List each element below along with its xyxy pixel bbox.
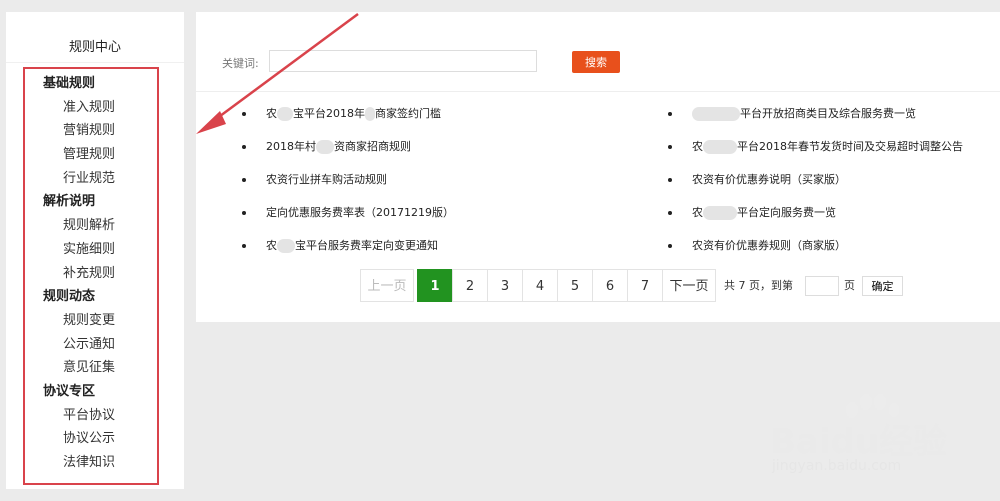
page-button-5[interactable]: 5 (557, 269, 593, 302)
rule-link-text: 农资有价优惠券规则（商家版） (692, 239, 846, 252)
page-button-6[interactable]: 6 (592, 269, 628, 302)
keyword-input[interactable] (269, 50, 537, 72)
redacted-blur (703, 206, 737, 220)
menu-item-access-rules[interactable]: 准入规则 (25, 96, 157, 120)
rule-link-text: 平台定向服务费一览 (737, 206, 836, 219)
rule-link-text: 农资行业拼车购活动规则 (266, 173, 387, 186)
redacted-blur (703, 140, 737, 154)
rule-link[interactable]: 农 平台2018年春节发货时间及交易超时调整公告 (668, 134, 963, 167)
rule-link[interactable]: 农资有价优惠券说明（买家版） (668, 167, 963, 200)
keyword-label: 关键词: (222, 57, 259, 70)
redacted-blur (316, 140, 334, 154)
page-button-4[interactable]: 4 (522, 269, 558, 302)
menu-heading-basic-rules[interactable]: 基础规则 (25, 72, 157, 96)
redacted-blur (692, 107, 740, 121)
menu-item-platform-agreement[interactable]: 平台协议 (25, 404, 157, 428)
redacted-blur (365, 107, 375, 121)
menu-item-agreement-notices[interactable]: 协议公示 (25, 427, 157, 451)
rule-link-text: 农 (266, 107, 277, 120)
menu-item-industry-standards[interactable]: 行业规范 (25, 167, 157, 191)
menu-item-public-notices[interactable]: 公示通知 (25, 333, 157, 357)
menu-group-basic: 基础规则 准入规则 营销规则 管理规则 行业规范 (25, 72, 157, 190)
rule-link[interactable]: 农资有价优惠券规则（商家版） (668, 233, 963, 266)
next-page-button[interactable]: 下一页 (662, 269, 716, 302)
rule-link-text: 商家签约门槛 (375, 107, 441, 120)
rule-link-text: 宝平台2018年 (293, 107, 365, 120)
rule-link-text: 资商家招商规则 (334, 140, 411, 153)
page-unit-label: 页 (844, 279, 855, 292)
menu-item-rule-analysis[interactable]: 规则解析 (25, 214, 157, 238)
watermark-logo: Baidu经验 (770, 422, 948, 462)
rule-list-left: 农 宝平台2018年 商家签约门槛 2018年村 资商家招商规则 农资行业拼车购活动规… (242, 101, 454, 266)
rule-link-text: 农 (266, 239, 277, 252)
rule-link[interactable]: 农 平台定向服务费一览 (668, 200, 963, 233)
page-button-2[interactable]: 2 (452, 269, 488, 302)
rule-link-text: 农资有价优惠券说明（买家版） (692, 173, 846, 186)
sidebar: 规则中心 基础规则 准入规则 营销规则 管理规则 行业规范 解析说明 规则解析 … (6, 12, 184, 489)
menu-heading-explanation[interactable]: 解析说明 (25, 190, 157, 214)
rule-link[interactable]: 平台开放招商类目及综合服务费一览 (668, 101, 963, 134)
menu-item-supplementary-rules[interactable]: 补充规则 (25, 262, 157, 286)
rule-link-text: 农 (692, 140, 703, 153)
sidebar-menu-highlight: 基础规则 准入规则 营销规则 管理规则 行业规范 解析说明 规则解析 实施细则 … (23, 67, 159, 485)
page-button-1[interactable]: 1 (417, 269, 453, 302)
menu-group-explanation: 解析说明 规则解析 实施细则 补充规则 (25, 190, 157, 285)
watermark-url: jingyan.baidu.com (772, 458, 902, 474)
rule-link-text: 平台开放招商类目及综合服务费一览 (740, 107, 916, 120)
menu-heading-rule-updates[interactable]: 规则动态 (25, 285, 157, 309)
page-button-7[interactable]: 7 (627, 269, 663, 302)
search-divider (196, 91, 1000, 92)
menu-item-implementation-details[interactable]: 实施细则 (25, 238, 157, 262)
rule-link[interactable]: 定向优惠服务费率表（20171219版） (242, 200, 454, 233)
rule-link-text: 定向优惠服务费率表（20171219版） (266, 206, 454, 219)
sidebar-menu: 基础规则 准入规则 营销规则 管理规则 行业规范 解析说明 规则解析 实施细则 … (25, 69, 157, 475)
menu-item-management-rules[interactable]: 管理规则 (25, 143, 157, 167)
menu-heading-agreements[interactable]: 协议专区 (25, 380, 157, 404)
goto-page-input[interactable] (805, 276, 839, 296)
sidebar-title: 规则中心 (68, 40, 121, 55)
redacted-blur (277, 107, 293, 121)
search-button[interactable]: 搜索 (572, 51, 620, 73)
menu-item-marketing-rules[interactable]: 营销规则 (25, 119, 157, 143)
prev-page-button[interactable]: 上一页 (360, 269, 414, 302)
page-button-3[interactable]: 3 (487, 269, 523, 302)
rule-link[interactable]: 农资行业拼车购活动规则 (242, 167, 454, 200)
rule-link[interactable]: 农 宝平台服务费率定向变更通知 (242, 233, 454, 266)
sidebar-divider (6, 62, 184, 63)
menu-group-agreements: 协议专区 平台协议 协议公示 法律知识 (25, 380, 157, 475)
menu-group-updates: 规则动态 规则变更 公示通知 意见征集 (25, 285, 157, 380)
rule-link[interactable]: 2018年村 资商家招商规则 (242, 134, 454, 167)
watermark: Baidu经验 jingyan.baidu.com (760, 392, 990, 487)
main-panel: 关键词: 搜索 农 宝平台2018年 商家签约门槛 2018年村 资商家招商规则 农资… (196, 12, 1000, 322)
rule-link-text: 2018年村 (266, 140, 316, 153)
menu-item-legal-knowledge[interactable]: 法律知识 (25, 451, 157, 475)
rule-link[interactable]: 农 宝平台2018年 商家签约门槛 (242, 101, 454, 134)
rule-link-text: 农 (692, 206, 703, 219)
rule-link-text: 宝平台服务费率定向变更通知 (295, 239, 438, 252)
menu-item-rule-changes[interactable]: 规则变更 (25, 309, 157, 333)
rule-list-right: 平台开放招商类目及综合服务费一览 农 平台2018年春节发货时间及交易超时调整公告… (668, 101, 963, 266)
total-pages-text: 共 7 页，到第 (724, 279, 793, 292)
menu-item-feedback[interactable]: 意见征集 (25, 356, 157, 380)
rule-link-text: 平台2018年春节发货时间及交易超时调整公告 (737, 140, 963, 153)
goto-confirm-button[interactable]: 确定 (862, 276, 903, 296)
redacted-blur (277, 239, 295, 253)
